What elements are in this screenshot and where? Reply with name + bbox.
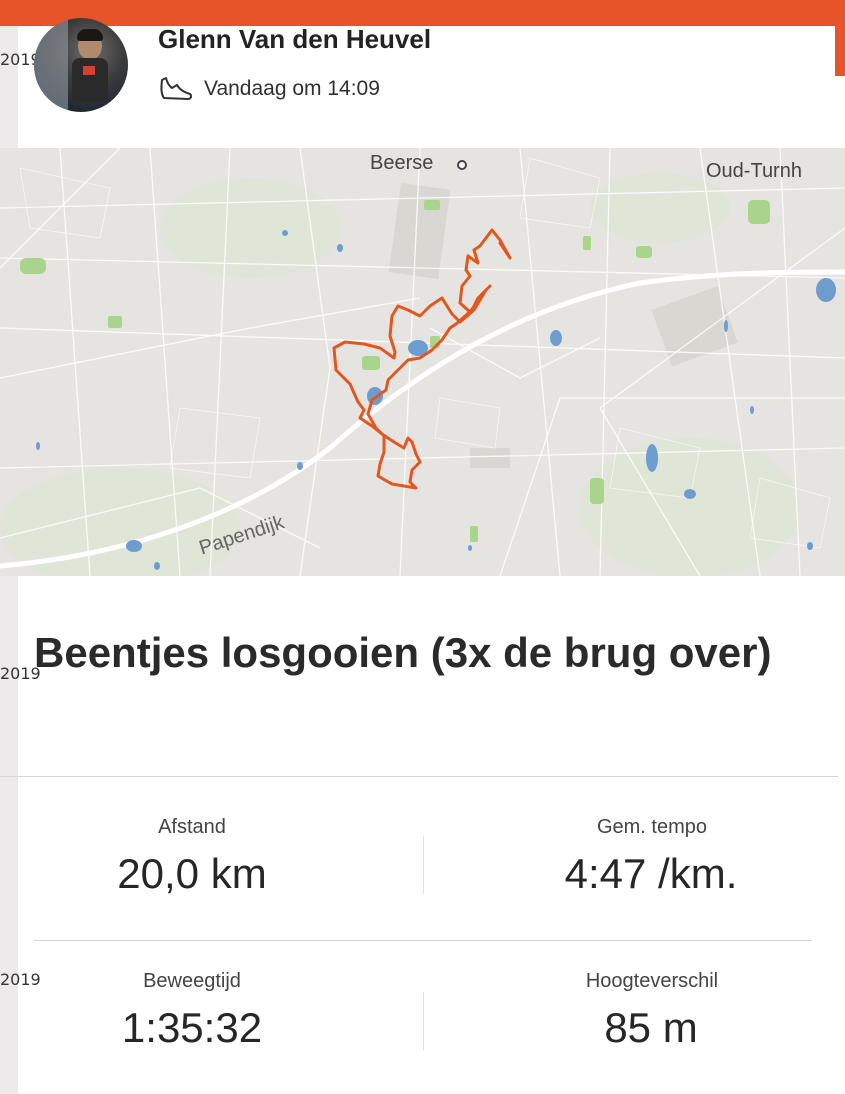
activity-timestamp: Vandaag om 14:09 (204, 77, 380, 100)
athlete-name[interactable]: Glenn Van den Heuvel (158, 24, 431, 55)
stat-label-distance: Afstand (158, 816, 226, 838)
stat-label-elevation: Hoogteverschil (585, 970, 719, 992)
map-label-beerse: Beerse (370, 152, 434, 174)
map-label-oud-turnhout: Oud-Turnh (706, 160, 802, 182)
side-stamp: 2019 (0, 970, 41, 989)
run-shoe-icon (160, 77, 193, 100)
route-map[interactable]: Beerse Oud-Turnh Papendijk (0, 148, 845, 576)
stat-value-elevation: 85 m (604, 1004, 698, 1051)
stat-column-divider (423, 992, 424, 1050)
stat-label-moving-time: Beweegtijd (143, 970, 241, 992)
stat-value-moving-time: 1:35:32 (121, 1004, 263, 1051)
stat-column-divider (423, 836, 424, 894)
section-divider (0, 776, 838, 777)
stat-label-pace: Gem. tempo (596, 816, 708, 838)
map-canvas (0, 148, 845, 576)
stats-row-divider (34, 940, 812, 941)
stat-value-distance: 20,0 km (117, 850, 267, 897)
stat-value-pace: 4:47 /km. (564, 850, 738, 897)
activity-title[interactable]: Beentjes losgooien (3x de brug over) (34, 626, 814, 680)
activity-meta: Vandaag om 14:09 (158, 74, 380, 104)
accent-edge (835, 26, 845, 76)
avatar[interactable] (34, 18, 128, 112)
top-accent-bar (0, 0, 845, 26)
